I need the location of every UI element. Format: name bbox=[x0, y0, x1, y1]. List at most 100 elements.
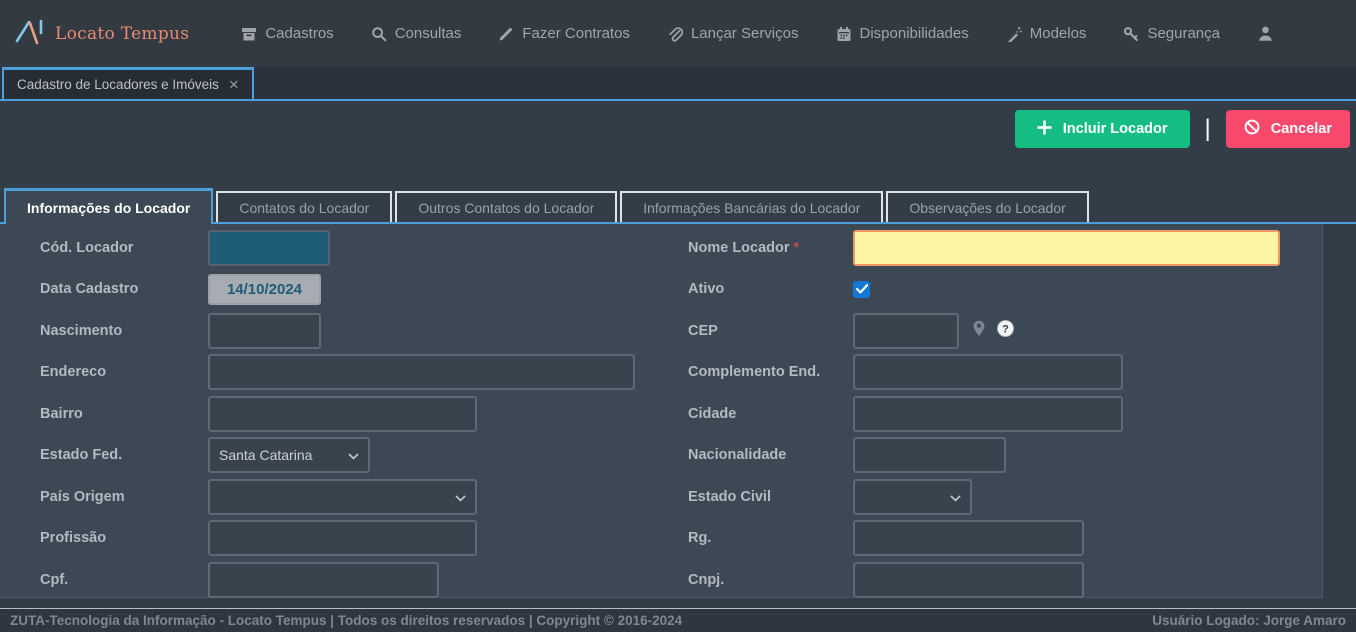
rg-label: Rg. bbox=[688, 530, 853, 546]
field-row: Nascimento bbox=[40, 310, 688, 352]
nav-item-cadastros[interactable]: Cadastros bbox=[241, 25, 333, 42]
chevron-down-icon bbox=[455, 489, 466, 505]
footer-logged-user: Usuário Logado: Jorge Amaro bbox=[1152, 613, 1346, 628]
window-tab-cadastro-locadores[interactable]: Cadastro de Locadores e Imóveis × bbox=[2, 67, 254, 99]
field-row: Bairro bbox=[40, 393, 688, 435]
field-row: Ativo bbox=[688, 269, 1322, 311]
help-icon[interactable]: ? bbox=[997, 320, 1014, 342]
form-tabs: Informações do Locador Contatos do Locad… bbox=[0, 188, 1356, 224]
footer: ZUTA-Tecnologia da Informação - Locato T… bbox=[0, 608, 1356, 632]
nascimento-input[interactable] bbox=[208, 313, 321, 349]
endereco-input[interactable] bbox=[208, 354, 635, 390]
nav-item-label: Segurança bbox=[1147, 25, 1220, 42]
cidade-input[interactable] bbox=[853, 396, 1123, 432]
bairro-label: Bairro bbox=[40, 406, 208, 422]
required-asterisk: * bbox=[794, 240, 800, 256]
toolbar-separator: | bbox=[1205, 115, 1211, 143]
form-panel: Cód. Locador Data Cadastro Nascimento En… bbox=[0, 224, 1323, 598]
profissao-label: Profissão bbox=[40, 530, 208, 546]
cod-locador-label: Cód. Locador bbox=[40, 240, 208, 256]
field-row: CEP ? bbox=[688, 310, 1322, 352]
nav-item-modelos[interactable]: Modelos bbox=[1006, 25, 1087, 42]
nav-item-label: Cadastros bbox=[265, 25, 333, 42]
nav-item-label: Disponibilidades bbox=[860, 25, 969, 42]
incluir-locador-label: Incluir Locador bbox=[1063, 121, 1168, 137]
close-icon[interactable]: × bbox=[229, 76, 239, 93]
window-tab-strip: Cadastro de Locadores e Imóveis × bbox=[0, 67, 1356, 101]
cnpj-label: Cnpj. bbox=[688, 572, 853, 588]
nascimento-label: Nascimento bbox=[40, 323, 208, 339]
field-row: País Origem bbox=[40, 476, 688, 518]
ativo-checkbox[interactable] bbox=[853, 281, 870, 298]
field-row: Estado Fed. Santa Catarina bbox=[40, 435, 688, 477]
nav-item-label: Consultas bbox=[395, 25, 462, 42]
profissao-input[interactable] bbox=[208, 520, 477, 556]
estado-fed-label: Estado Fed. bbox=[40, 447, 208, 463]
tab-informacoes-do-locador[interactable]: Informações do Locador bbox=[4, 188, 213, 224]
data-cadastro-label: Data Cadastro bbox=[40, 281, 208, 297]
top-navbar: Locato Tempus Cadastros Consultas bbox=[0, 0, 1356, 67]
brand[interactable]: Locato Tempus bbox=[14, 16, 189, 51]
pais-origem-label: País Origem bbox=[40, 489, 208, 505]
field-row: Rg. bbox=[688, 518, 1322, 560]
ban-icon bbox=[1244, 119, 1260, 139]
key-icon bbox=[1123, 26, 1139, 42]
chevron-down-icon bbox=[348, 447, 359, 463]
nav-item-disponibilidades[interactable]: Disponibilidades bbox=[836, 25, 969, 42]
nav-item-seguranca[interactable]: Segurança bbox=[1123, 25, 1220, 42]
user-icon bbox=[1257, 25, 1274, 42]
nav-item-lancar-servicos[interactable]: Lançar Serviços bbox=[667, 25, 799, 42]
field-row: Cód. Locador bbox=[40, 227, 688, 269]
archive-icon bbox=[241, 26, 257, 42]
window-tab-title: Cadastro de Locadores e Imóveis bbox=[17, 77, 219, 92]
estado-fed-value: Santa Catarina bbox=[219, 447, 312, 463]
estado-fed-select[interactable]: Santa Catarina bbox=[208, 437, 370, 473]
tab-contatos-do-locador[interactable]: Contatos do Locador bbox=[216, 191, 392, 222]
field-row: Cpf. bbox=[40, 559, 688, 601]
complemento-input[interactable] bbox=[853, 354, 1123, 390]
rg-input[interactable] bbox=[853, 520, 1084, 556]
nav-item-consultas[interactable]: Consultas bbox=[371, 25, 462, 42]
footer-copyright: ZUTA-Tecnologia da Informação - Locato T… bbox=[10, 613, 682, 628]
cancelar-button[interactable]: Cancelar bbox=[1226, 110, 1350, 148]
cpf-input[interactable] bbox=[208, 562, 439, 598]
tab-informacoes-bancarias-do-locador[interactable]: Informações Bancárias do Locador bbox=[620, 191, 883, 222]
map-pin-icon[interactable] bbox=[972, 320, 986, 342]
nav-item-label: Fazer Contratos bbox=[522, 25, 630, 42]
tab-observacoes-do-locador[interactable]: Observações do Locador bbox=[886, 191, 1088, 222]
cep-input[interactable] bbox=[853, 313, 959, 349]
nacionalidade-label: Nacionalidade bbox=[688, 447, 853, 463]
cep-label: CEP bbox=[688, 323, 853, 339]
cep-icons: ? bbox=[972, 320, 1014, 342]
complemento-label: Complemento End. bbox=[688, 364, 853, 380]
incluir-locador-button[interactable]: Incluir Locador bbox=[1015, 110, 1190, 148]
nome-locador-input[interactable] bbox=[853, 230, 1280, 266]
field-row: Nacionalidade bbox=[688, 435, 1322, 477]
plus-icon bbox=[1037, 120, 1052, 139]
endereco-label: Endereco bbox=[40, 364, 208, 380]
form-column-right: Nome Locador* Ativo CEP bbox=[688, 227, 1322, 601]
field-row: Cidade bbox=[688, 393, 1322, 435]
nav-item-fazer-contratos[interactable]: Fazer Contratos bbox=[498, 25, 630, 42]
cancelar-label: Cancelar bbox=[1271, 121, 1332, 137]
bairro-input[interactable] bbox=[208, 396, 477, 432]
search-icon bbox=[371, 26, 387, 42]
field-row: Complemento End. bbox=[688, 352, 1322, 394]
locato-logo-icon bbox=[14, 16, 46, 51]
nacionalidade-input[interactable] bbox=[853, 437, 1006, 473]
form-column-left: Cód. Locador Data Cadastro Nascimento En… bbox=[40, 227, 688, 601]
nav-item-user[interactable] bbox=[1257, 25, 1274, 42]
brand-name: Locato Tempus bbox=[55, 24, 189, 44]
estado-civil-select[interactable] bbox=[853, 479, 972, 515]
field-row: Cnpj. bbox=[688, 559, 1322, 601]
pais-origem-select[interactable] bbox=[208, 479, 477, 515]
cnpj-input[interactable] bbox=[853, 562, 1084, 598]
pen-icon bbox=[498, 26, 514, 42]
data-cadastro-input bbox=[208, 274, 321, 305]
field-row: Nome Locador* bbox=[688, 227, 1322, 269]
tab-outros-contatos-do-locador[interactable]: Outros Contatos do Locador bbox=[395, 191, 617, 222]
svg-text:?: ? bbox=[1002, 323, 1009, 335]
field-row: Data Cadastro bbox=[40, 269, 688, 311]
toolbar: Incluir Locador | Cancelar bbox=[1015, 110, 1350, 148]
wand-icon bbox=[1006, 26, 1022, 42]
